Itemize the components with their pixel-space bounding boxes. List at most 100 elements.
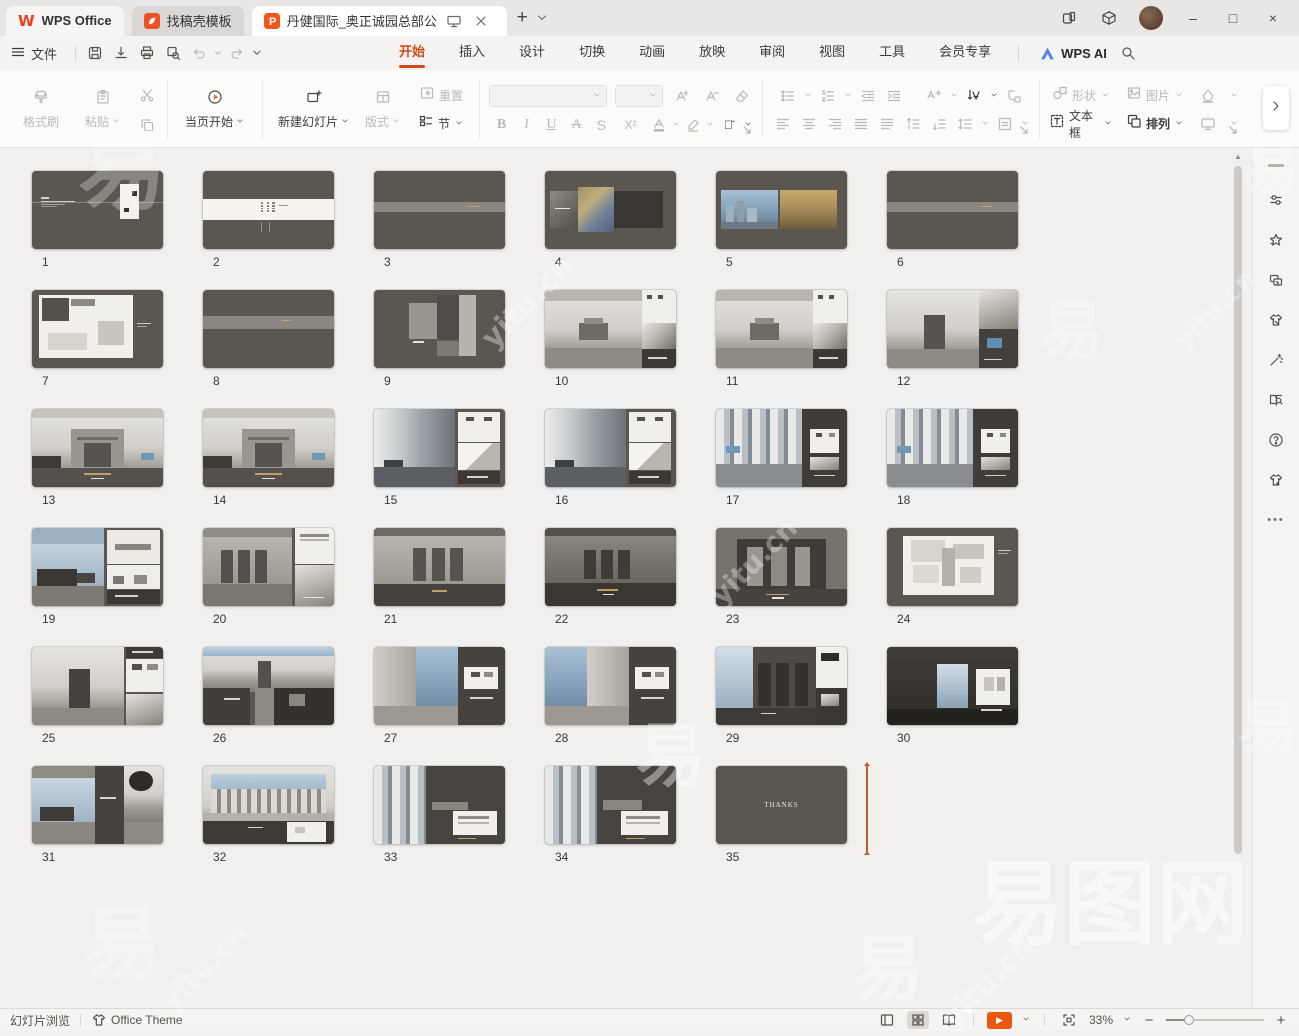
slide-thumbnail[interactable]: THANKS [716,766,847,844]
device-sync-icon[interactable] [1053,4,1085,32]
slide-thumbnail[interactable] [203,171,334,249]
slideshow-screen-button[interactable] [1197,114,1219,134]
search-icon[interactable] [1115,41,1141,65]
help-icon[interactable] [1261,425,1291,455]
close-tab-icon[interactable] [471,11,491,31]
menu-tab-动画[interactable]: 动画 [622,36,682,70]
numbering-button[interactable] [817,86,839,106]
slide-thumbnail[interactable] [716,647,847,725]
shapes-button[interactable]: 形状 [1049,86,1113,106]
output-icon[interactable] [108,41,134,65]
slide-thumbnail[interactable] [716,290,847,368]
slide-thumbnail[interactable] [374,290,505,368]
text-direction-chevron-icon[interactable] [949,90,959,102]
slide-thumbnail[interactable] [887,409,1018,487]
slide-thumbnail[interactable] [32,766,163,844]
tab-list-chevron-icon[interactable] [532,8,552,28]
convert-smartart-button[interactable] [1003,86,1025,106]
redo-chevron-icon[interactable] [250,41,264,65]
bold-button[interactable]: B [490,117,514,133]
font-color-chevron-icon[interactable] [671,119,681,131]
properties-sliders-icon[interactable] [1261,185,1291,215]
fill-chevron-icon[interactable] [1229,90,1239,102]
slide-thumbnail[interactable] [716,528,847,606]
slide-thumbnail[interactable] [374,409,505,487]
menu-tab-工具[interactable]: 工具 [862,36,922,70]
minimize-button[interactable]: – [1177,4,1209,32]
play-from-current-button[interactable]: 当页开始 [177,78,253,142]
zoom-level[interactable]: 33% [1089,1013,1113,1027]
menu-tab-设计[interactable]: 设计 [502,36,562,70]
textbox-button[interactable]: 文本框 [1049,114,1113,134]
align-justify-button[interactable] [850,114,872,134]
rotate-text-button[interactable] [963,86,985,106]
paragraph-dialog-launcher-icon[interactable] [1016,122,1032,143]
slide-thumbnail[interactable] [374,647,505,725]
pinyin-button[interactable]: 变̆ [716,115,742,135]
vertical-align-button[interactable] [994,114,1016,134]
format-painter-button[interactable]: 格式刷 [10,78,72,142]
arrange-button[interactable]: 排列 [1123,114,1187,134]
design-shirt-icon[interactable] [1261,305,1291,335]
workspace-cube-icon[interactable] [1093,4,1125,32]
more-dots-icon[interactable]: ••• [1261,505,1291,535]
font-size-select[interactable] [615,85,663,107]
rotate-text-chevron-icon[interactable] [989,90,999,102]
paragraph-spacing-down-button[interactable] [928,114,950,134]
print-icon[interactable] [134,41,160,65]
slide-sorter-canvas[interactable]: 1234567891011121314151617181920212223242… [0,148,1252,1008]
scrollbar-thumb[interactable] [1234,166,1242,854]
char-border-button[interactable]: A [565,117,589,133]
menu-tab-视图[interactable]: 视图 [802,36,862,70]
skin-shirt-icon[interactable] [1261,465,1291,495]
monitor-icon[interactable] [444,11,464,31]
tab-wps-home[interactable]: W WPS Office [6,6,124,36]
zoom-chevron-icon[interactable] [1122,1014,1132,1026]
find-book-icon[interactable] [1261,385,1291,415]
increase-indent-button[interactable] [883,86,905,106]
highlight-color-button[interactable] [682,115,704,135]
cut-button[interactable] [136,85,158,105]
bullets-chevron-icon[interactable] [803,90,813,102]
slide-thumbnail[interactable] [545,171,676,249]
slide-thumbnail[interactable] [545,528,676,606]
bullets-button[interactable] [777,86,799,106]
slide-thumbnail[interactable] [716,171,847,249]
slide-thumbnail[interactable] [374,528,505,606]
increase-font-button[interactable] [671,86,693,106]
wps-ai-button[interactable]: WPS AI [1039,45,1107,62]
print-preview-icon[interactable] [160,41,186,65]
menu-tab-会员专享[interactable]: 会员专享 [922,36,1008,70]
slide-thumbnail[interactable] [716,409,847,487]
zoom-slider[interactable] [1166,1019,1264,1021]
tab-presentation-active[interactable]: P 丹健国际_奥正诚园总部公区方 [252,6,507,36]
section-button[interactable]: 节 [412,114,470,134]
fill-color-button[interactable] [1197,86,1219,106]
slide-thumbnail[interactable] [374,171,505,249]
italic-button[interactable]: I [515,117,539,133]
paste-button[interactable]: 粘贴 [72,78,134,142]
sorter-view-button[interactable] [907,1011,929,1029]
text-direction-button[interactable] [923,86,945,106]
zoom-out-button[interactable]: − [1141,1012,1157,1029]
slide-thumbnail[interactable] [545,409,676,487]
slide-thumbnail[interactable] [545,647,676,725]
slide-thumbnail[interactable] [203,647,334,725]
zoom-in-button[interactable]: + [1273,1012,1289,1029]
menu-tab-插入[interactable]: 插入 [442,36,502,70]
slide-thumbnail[interactable] [32,409,163,487]
new-slide-button[interactable]: 新建幻灯片 [272,78,356,142]
ribbon-expand-button[interactable] [1263,86,1289,130]
insert-dialog-launcher-icon[interactable] [1225,122,1241,143]
layout-button[interactable]: 版式 [356,78,410,142]
slide-thumbnail[interactable] [545,766,676,844]
theme-label[interactable]: Office Theme [111,1013,183,1027]
menu-tab-切换[interactable]: 切换 [562,36,622,70]
new-tab-button[interactable]: + [517,7,528,29]
slide-thumbnail[interactable] [203,528,334,606]
switch-shapes-icon[interactable] [1261,265,1291,295]
decrease-indent-button[interactable] [857,86,879,106]
font-name-select[interactable] [489,85,607,107]
slide-thumbnail[interactable] [32,171,163,249]
align-right-button[interactable] [824,114,846,134]
